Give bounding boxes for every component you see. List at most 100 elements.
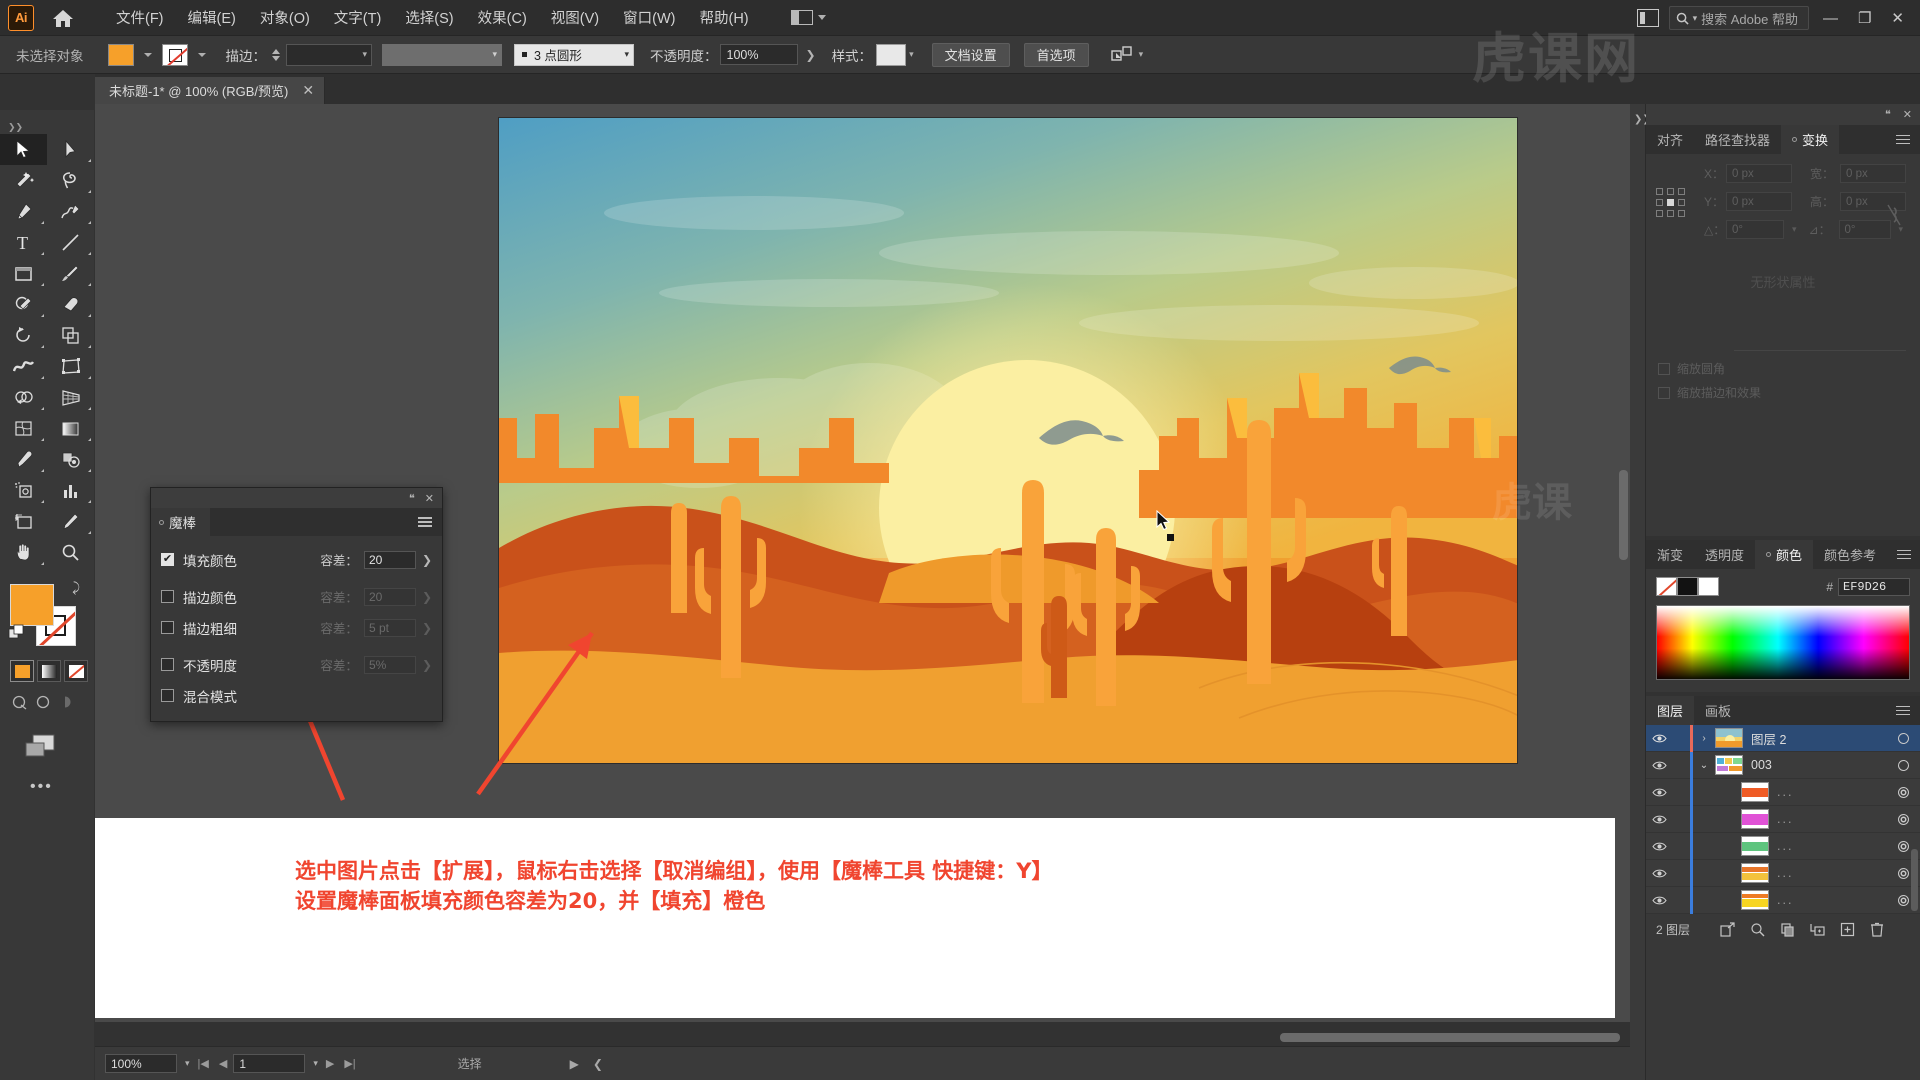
graphic-style-select[interactable]: ▾ (876, 43, 914, 66)
mesh-tool[interactable] (0, 413, 47, 444)
align-to-select[interactable]: ▾ (1110, 45, 1143, 65)
fill-color-checkbox[interactable] (161, 553, 174, 566)
paintbrush-tool[interactable] (47, 258, 94, 289)
visibility-toggle-icon[interactable] (1646, 814, 1672, 825)
magic-wand-tool[interactable] (0, 165, 47, 196)
tab-color[interactable]: 颜色 (1755, 540, 1814, 569)
direct-selection-tool[interactable] (47, 134, 94, 165)
collapse-group-icon[interactable]: ⌄ (1693, 760, 1715, 771)
hex-field-group[interactable]: # EF9D26 (1826, 577, 1910, 596)
tab-magic-wand[interactable]: 魔棒 (151, 508, 210, 536)
table-row[interactable]: ... (1646, 886, 1920, 914)
menu-effect[interactable]: 效果(C) (466, 3, 539, 32)
gradient-tool[interactable] (47, 413, 94, 444)
default-fill-stroke-icon[interactable] (8, 624, 26, 647)
chevron-down-icon[interactable]: ▾ (185, 1058, 190, 1069)
panel-menu-icon[interactable] (1886, 696, 1920, 725)
artboard[interactable] (498, 117, 1518, 764)
color-swatches[interactable] (1656, 577, 1719, 596)
stroke-color-checkbox[interactable] (161, 590, 174, 603)
angle-input[interactable]: 0° (1726, 220, 1784, 239)
slice-tool[interactable] (47, 506, 94, 537)
preferences-button[interactable]: 首选项 (1023, 42, 1089, 67)
chevron-down-icon[interactable] (197, 52, 206, 57)
magic-wand-row-fill-color[interactable]: 填充颜色 容差： 20 ❯ (161, 544, 432, 575)
create-sublayer-icon[interactable] (1802, 922, 1832, 937)
draw-normal-icon[interactable] (10, 694, 28, 715)
tab-transform[interactable]: 变换 (1781, 125, 1840, 154)
draw-behind-icon[interactable] (34, 694, 52, 715)
prev-artboard-button[interactable]: ◀ (219, 1057, 227, 1070)
fill-color-indicator[interactable] (10, 584, 54, 626)
rotate-tool[interactable] (0, 320, 47, 351)
panel-menu-icon[interactable] (1886, 125, 1920, 154)
perspective-grid-tool[interactable] (47, 382, 94, 413)
none-fill-mode-button[interactable] (64, 660, 88, 682)
zoom-level-input[interactable]: 100% (105, 1054, 177, 1073)
stroke-weight-select[interactable]: ▾ (286, 43, 372, 66)
tab-pathfinder[interactable]: 路径查找器 (1694, 125, 1781, 154)
tab-color-guide[interactable]: 颜色参考 (1813, 540, 1887, 569)
table-row[interactable]: ... (1646, 832, 1920, 860)
fill-stroke-indicator[interactable]: ⤸ (8, 580, 80, 647)
column-graph-tool[interactable] (47, 475, 94, 506)
magic-wand-row-opacity[interactable]: 不透明度 容差： 5% ❯ (161, 649, 432, 680)
locate-object-icon[interactable] (1742, 922, 1772, 937)
rectangle-tool[interactable] (0, 258, 47, 289)
magic-wand-row-stroke-weight[interactable]: 描边粗细 容差： 5 pt ❯ (161, 612, 432, 643)
chevron-down-icon[interactable]: ▾ (313, 1058, 318, 1069)
type-tool[interactable]: T (0, 227, 47, 258)
selection-tool[interactable] (0, 134, 47, 165)
last-artboard-button[interactable]: ▶| (344, 1057, 355, 1070)
white-swatch[interactable] (1698, 577, 1719, 596)
close-icon[interactable]: ✕ (1903, 108, 1912, 121)
home-icon[interactable] (46, 1, 80, 35)
layer-name[interactable]: 图层 2 (1751, 729, 1886, 748)
fill-tolerance-more-icon[interactable]: ❯ (422, 553, 432, 567)
link-dimensions-icon[interactable] (1884, 202, 1904, 234)
panel-menu-icon[interactable] (418, 517, 442, 527)
new-layer-icon[interactable] (1832, 922, 1862, 937)
horizontal-scrollbar[interactable] (1280, 1033, 1620, 1042)
tab-align[interactable]: 对齐 (1646, 125, 1694, 154)
magic-wand-row-stroke-color[interactable]: 描边颜色 容差： 20 ❯ (161, 581, 432, 612)
expand-layer-icon[interactable]: › (1693, 733, 1715, 744)
tab-transparency[interactable]: 透明度 (1694, 540, 1755, 569)
panel-toggle-icon[interactable] (1636, 9, 1659, 27)
scale-strokes-option[interactable]: 缩放描边和效果 (1658, 384, 1761, 401)
workspace-switcher[interactable] (790, 10, 826, 25)
tab-artboards[interactable]: 画板 (1694, 696, 1742, 725)
target-indicator[interactable] (1886, 759, 1920, 771)
visibility-toggle-icon[interactable] (1646, 760, 1672, 771)
tab-layers[interactable]: 图层 (1646, 696, 1695, 725)
artboard-tool[interactable] (0, 506, 47, 537)
make-clipping-mask-icon[interactable] (1772, 922, 1802, 937)
color-fill-mode-button[interactable] (10, 660, 34, 682)
magic-wand-row-blend-mode[interactable]: 混合模式 (161, 680, 432, 711)
scale-strokes-checkbox[interactable] (1658, 386, 1670, 399)
target-indicator[interactable] (1886, 786, 1920, 798)
layers-scrollbar[interactable] (1911, 849, 1918, 911)
artboard-number-input[interactable]: 1 (233, 1054, 306, 1073)
fill-color-swatch[interactable] (107, 43, 134, 66)
visibility-toggle-icon[interactable] (1646, 895, 1672, 906)
stroke-color-swatch[interactable] (161, 43, 188, 66)
close-button[interactable]: ✕ (1891, 9, 1904, 27)
menu-object[interactable]: 对象(O) (248, 3, 322, 32)
screen-mode-icon[interactable] (22, 731, 94, 766)
visibility-toggle-icon[interactable] (1646, 733, 1672, 744)
table-row[interactable]: ... (1646, 859, 1920, 887)
stroke-weight-checkbox[interactable] (161, 621, 174, 634)
tab-gradient[interactable]: 渐变 (1646, 540, 1694, 569)
eyedropper-tool[interactable] (0, 444, 47, 475)
first-artboard-button[interactable]: |◀ (198, 1057, 209, 1070)
menu-select[interactable]: 选择(S) (393, 3, 465, 32)
collapse-icon[interactable]: ❝ (409, 492, 415, 505)
draw-inside-icon[interactable] (58, 694, 72, 715)
document-tab[interactable]: 未标题-1* @ 100% (RGB/预览) ✕ (95, 77, 326, 104)
status-resize-icon[interactable]: ❮ (593, 1057, 603, 1071)
menu-window[interactable]: 窗口(W) (611, 3, 687, 32)
hex-input[interactable]: EF9D26 (1838, 577, 1910, 596)
toolbar-more-button[interactable]: ••• (30, 778, 94, 796)
visibility-toggle-icon[interactable] (1646, 787, 1672, 798)
